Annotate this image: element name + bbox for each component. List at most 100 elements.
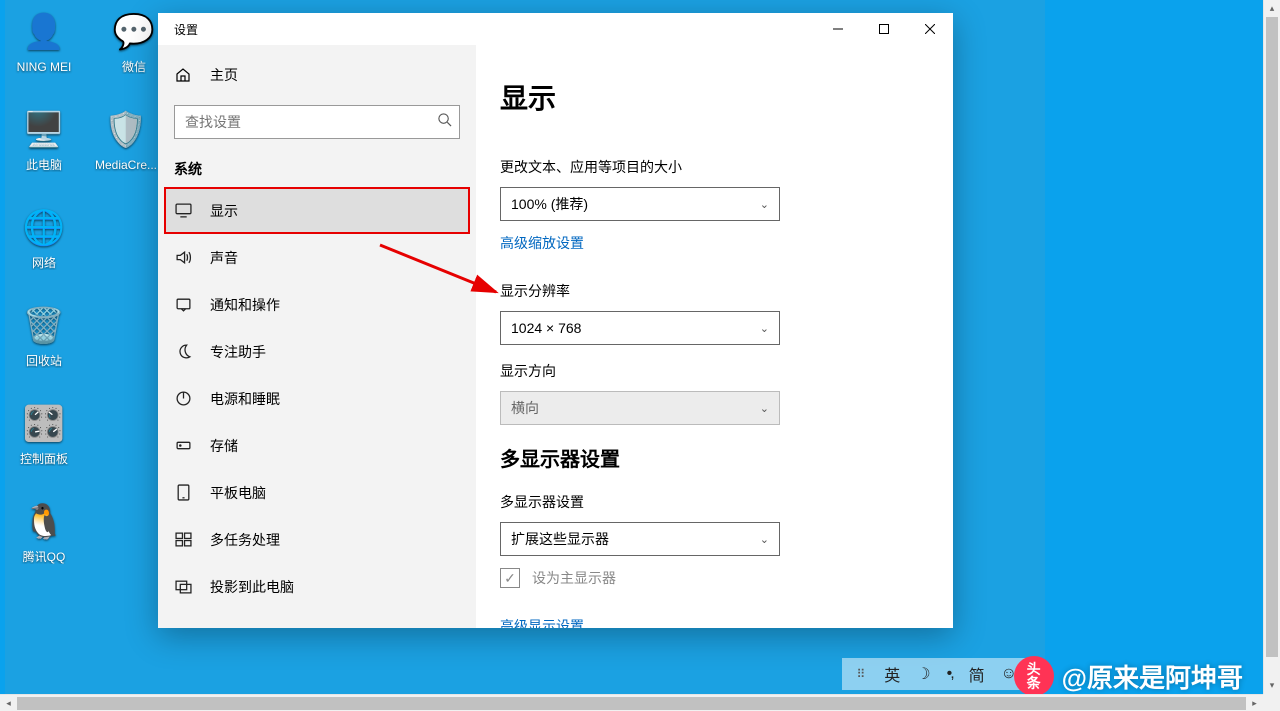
storage-icon: [174, 437, 192, 454]
desktop-icon-网络[interactable]: 🌐 网络: [6, 204, 82, 270]
tablet-icon: [174, 484, 192, 501]
minimize-button[interactable]: [815, 13, 861, 45]
advanced-display-link[interactable]: 高级显示设置: [500, 616, 584, 628]
icon-label: 控制面板: [6, 452, 82, 466]
page-vertical-scrollbar[interactable]: ▴ ▾: [1263, 0, 1280, 694]
scroll-up-icon[interactable]: ▴: [1264, 0, 1280, 17]
moon-icon: [174, 343, 192, 360]
ime-indicator[interactable]: ⠿ 英 ☽ •, 简 ☺: [842, 658, 1031, 690]
desktop-icon-此电脑[interactable]: 🖥️ 此电脑: [6, 106, 82, 172]
scale-label: 更改文本、应用等项目的大小: [500, 157, 925, 177]
scroll-thumb[interactable]: [17, 697, 1246, 710]
scroll-down-icon[interactable]: ▾: [1264, 677, 1280, 694]
desktop-icon-NING MEI[interactable]: 👤 NING MEI: [6, 8, 82, 74]
power-icon: [174, 390, 192, 407]
orientation-select: 横向 ⌄: [500, 391, 780, 425]
search-box[interactable]: [174, 105, 460, 139]
page-horizontal-scrollbar[interactable]: ◂ ▸: [0, 694, 1263, 711]
chevron-down-icon: ⌄: [760, 533, 769, 546]
multi-display-heading: 多显示器设置: [500, 443, 925, 472]
scale-select[interactable]: 100% (推荐) ⌄: [500, 187, 780, 221]
dots-icon: •,: [947, 665, 953, 683]
sidebar-item-sound[interactable]: 声音: [158, 234, 476, 281]
sidebar-item-multitask[interactable]: 多任务处理: [158, 516, 476, 563]
scroll-thumb[interactable]: [1266, 17, 1278, 657]
sidebar-item-label: 电源和睡眠: [210, 389, 280, 409]
app-icon: 🐧: [20, 498, 68, 546]
sidebar-item-label: 声音: [210, 248, 238, 268]
multi-display-label: 多显示器设置: [500, 492, 925, 512]
desktop-icon-腾讯QQ[interactable]: 🐧 腾讯QQ: [6, 498, 82, 564]
sidebar-item-label: 投影到此电脑: [210, 577, 294, 597]
resolution-select[interactable]: 1024 × 768 ⌄: [500, 311, 780, 345]
multitask-icon: [174, 531, 192, 548]
close-button[interactable]: [907, 13, 953, 45]
watermark-logo: 头条: [1014, 656, 1054, 696]
ime-lang: 英: [884, 662, 900, 686]
resolution-label: 显示分辨率: [500, 281, 925, 301]
app-icon: 🗑️: [20, 302, 68, 350]
chevron-down-icon: ⌄: [760, 402, 769, 415]
main-display-checkbox-row: ✓ 设为主显示器: [500, 568, 925, 588]
watermark: 头条 @原来是阿坤哥: [1014, 656, 1243, 696]
category-title: 系统: [158, 151, 476, 187]
icon-label: NING MEI: [6, 60, 82, 74]
scroll-right-icon[interactable]: ▸: [1246, 698, 1263, 709]
home-nav[interactable]: 主页: [158, 53, 476, 97]
desktop-background: 👤NING MEI💬微信🖥️此电脑🛡️MediaCre...🌐网络🗑️回收站🎛️…: [0, 0, 1263, 694]
ime-mode: 简: [969, 662, 985, 686]
icon-label: 回收站: [6, 354, 82, 368]
main-display-checkbox[interactable]: ✓: [500, 568, 520, 588]
sidebar-item-notify[interactable]: 通知和操作: [158, 281, 476, 328]
sidebar-item-monitor[interactable]: 显示: [164, 187, 470, 234]
settings-content: 显示 更改文本、应用等项目的大小 100% (推荐) ⌄ 高级缩放设置 显示分辨…: [476, 45, 953, 628]
sidebar-item-label: 显示: [210, 201, 238, 221]
app-icon: 👤: [20, 8, 68, 56]
window-titlebar: 设置: [158, 13, 953, 45]
settings-window: 设置 主页 系统 显示声音通知和操作专注助手电源和睡眠存储平板电脑: [158, 13, 953, 628]
orientation-label: 显示方向: [500, 361, 925, 381]
notify-icon: [174, 296, 192, 313]
app-icon: 💬: [110, 8, 158, 56]
app-icon: 🛡️: [102, 106, 150, 154]
chevron-down-icon: ⌄: [760, 322, 769, 335]
settings-sidebar: 主页 系统 显示声音通知和操作专注助手电源和睡眠存储平板电脑多任务处理投影到此电…: [158, 45, 476, 628]
watermark-text: @原来是阿坤哥: [1062, 658, 1243, 695]
sidebar-item-storage[interactable]: 存储: [158, 422, 476, 469]
home-label: 主页: [210, 65, 238, 85]
maximize-button[interactable]: [861, 13, 907, 45]
project-icon: [174, 578, 192, 595]
sidebar-item-label: 存储: [210, 436, 238, 456]
desktop-icon-MediaCre...[interactable]: 🛡️ MediaCre...: [88, 106, 164, 172]
desktop-icon-回收站[interactable]: 🗑️ 回收站: [6, 302, 82, 368]
search-input[interactable]: [174, 105, 460, 139]
icon-label: 此电脑: [6, 158, 82, 172]
sidebar-item-label: 多任务处理: [210, 530, 280, 550]
sidebar-item-power[interactable]: 电源和睡眠: [158, 375, 476, 422]
sidebar-item-label: 通知和操作: [210, 295, 280, 315]
home-icon: [174, 67, 192, 83]
multi-display-select[interactable]: 扩展这些显示器 ⌄: [500, 522, 780, 556]
sidebar-item-project[interactable]: 投影到此电脑: [158, 563, 476, 610]
main-display-label: 设为主显示器: [532, 568, 616, 588]
monitor-icon: [174, 202, 192, 219]
moon-icon: ☽: [916, 664, 930, 684]
desktop-icon-控制面板[interactable]: 🎛️ 控制面板: [6, 400, 82, 466]
app-icon: 🌐: [20, 204, 68, 252]
sidebar-item-tablet[interactable]: 平板电脑: [158, 469, 476, 516]
scroll-left-icon[interactable]: ◂: [0, 698, 17, 709]
page-title: 显示: [500, 77, 925, 117]
icon-label: MediaCre...: [88, 158, 164, 172]
sound-icon: [174, 249, 192, 266]
app-title: 设置: [158, 21, 198, 38]
icon-label: 网络: [6, 256, 82, 270]
chevron-down-icon: ⌄: [760, 198, 769, 211]
advanced-scale-link[interactable]: 高级缩放设置: [500, 233, 584, 253]
app-icon: 🖥️: [20, 106, 68, 154]
app-icon: 🎛️: [20, 400, 68, 448]
sidebar-item-label: 平板电脑: [210, 483, 266, 503]
sidebar-item-label: 专注助手: [210, 342, 266, 362]
sidebar-item-moon[interactable]: 专注助手: [158, 328, 476, 375]
icon-label: 腾讯QQ: [6, 550, 82, 564]
search-icon: [437, 112, 452, 127]
